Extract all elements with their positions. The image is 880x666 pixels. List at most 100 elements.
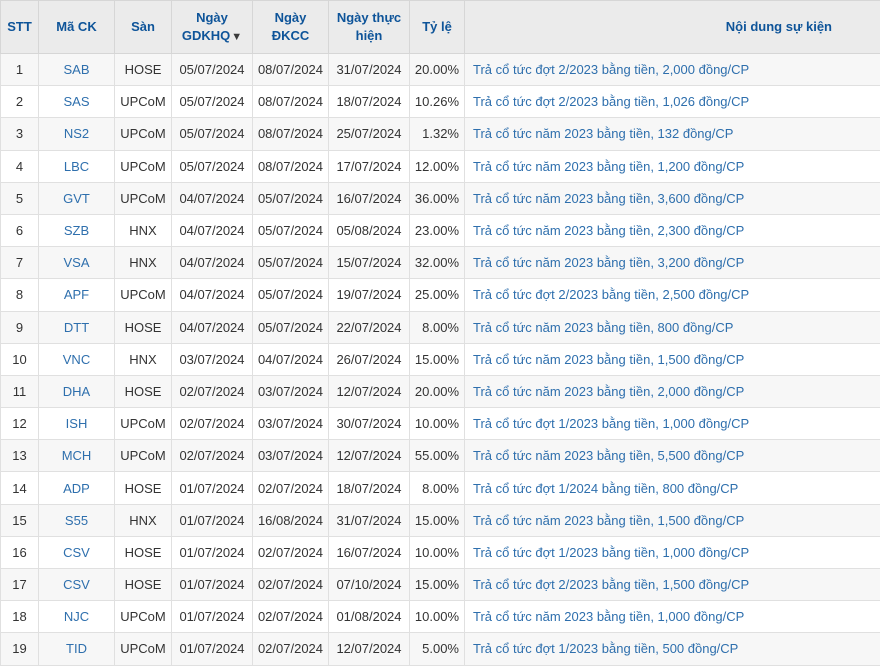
ratio-cell: 1.32% <box>410 118 465 150</box>
gdkhq-date-cell: 02/07/2024 <box>172 375 253 407</box>
event-content-link[interactable]: Trả cổ tức năm 2023 bằng tiền, 5,500 đồn… <box>473 448 744 463</box>
header-ty-le: Tỷ lệ <box>410 1 465 54</box>
stock-code-link[interactable]: TID <box>66 641 87 656</box>
ratio-cell: 10.26% <box>410 86 465 118</box>
stt-cell: 16 <box>1 536 39 568</box>
stock-code-cell: GVT <box>39 182 115 214</box>
ratio-cell: 15.00% <box>410 343 465 375</box>
stock-code-link[interactable]: ADP <box>63 481 90 496</box>
stock-code-link[interactable]: MCH <box>62 448 92 463</box>
event-content-cell: Trả cổ tức năm 2023 bằng tiền, 1,500 đồn… <box>465 504 880 536</box>
table-row: 7 VSA HNX 04/07/2024 05/07/2024 15/07/20… <box>1 247 880 279</box>
stock-code-link[interactable]: GVT <box>63 191 90 206</box>
stock-code-link[interactable]: VSA <box>63 255 89 270</box>
stock-code-cell: LBC <box>39 150 115 182</box>
event-content-link[interactable]: Trả cổ tức đợt 1/2023 bằng tiền, 1,000 đ… <box>473 545 749 560</box>
stock-code-link[interactable]: S55 <box>65 513 88 528</box>
stt-cell: 17 <box>1 569 39 601</box>
event-content-link[interactable]: Trả cổ tức năm 2023 bằng tiền, 132 đồng/… <box>473 126 733 141</box>
dkcc-date-cell: 08/07/2024 <box>253 54 329 86</box>
event-content-link[interactable]: Trả cổ tức năm 2023 bằng tiền, 1,500 đồn… <box>473 513 744 528</box>
execution-date-cell: 12/07/2024 <box>329 633 410 665</box>
event-content-cell: Trả cổ tức năm 2023 bằng tiền, 1,200 đồn… <box>465 150 880 182</box>
table-row: 11 DHA HOSE 02/07/2024 03/07/2024 12/07/… <box>1 375 880 407</box>
dkcc-date-cell: 05/07/2024 <box>253 311 329 343</box>
event-content-cell: Trả cổ tức năm 2023 bằng tiền, 132 đồng/… <box>465 118 880 150</box>
stock-code-cell: APF <box>39 279 115 311</box>
stt-cell: 5 <box>1 182 39 214</box>
stock-code-link[interactable]: SZB <box>64 223 89 238</box>
execution-date-cell: 26/07/2024 <box>329 343 410 375</box>
exchange-cell: UPCoM <box>115 440 172 472</box>
exchange-cell: UPCoM <box>115 408 172 440</box>
event-content-link[interactable]: Trả cổ tức đợt 2/2023 bằng tiền, 2,500 đ… <box>473 287 749 302</box>
event-content-link[interactable]: Trả cổ tức năm 2023 bằng tiền, 2,000 đồn… <box>473 384 744 399</box>
execution-date-cell: 16/07/2024 <box>329 536 410 568</box>
event-content-link[interactable]: Trả cổ tức đợt 2/2023 bằng tiền, 2,000 đ… <box>473 62 749 77</box>
stock-code-link[interactable]: CSV <box>63 545 90 560</box>
execution-date-cell: 17/07/2024 <box>329 150 410 182</box>
stock-code-link[interactable]: APF <box>64 287 89 302</box>
table-row: 13 MCH UPCoM 02/07/2024 03/07/2024 12/07… <box>1 440 880 472</box>
header-ma-ck: Mã CK <box>39 1 115 54</box>
event-content-link[interactable]: Trả cổ tức năm 2023 bằng tiền, 1,200 đồn… <box>473 159 744 174</box>
execution-date-cell: 18/07/2024 <box>329 472 410 504</box>
ratio-cell: 20.00% <box>410 54 465 86</box>
stt-cell: 4 <box>1 150 39 182</box>
header-ngay-gdkhq[interactable]: Ngày GDKHQ▼ <box>172 1 253 54</box>
stock-code-link[interactable]: ISH <box>66 416 88 431</box>
exchange-cell: HOSE <box>115 569 172 601</box>
execution-date-cell: 18/07/2024 <box>329 86 410 118</box>
exchange-cell: HOSE <box>115 54 172 86</box>
gdkhq-date-cell: 01/07/2024 <box>172 536 253 568</box>
stock-code-link[interactable]: DTT <box>64 320 89 335</box>
header-ngay-thuc-hien: Ngày thực hiện <box>329 1 410 54</box>
event-content-cell: Trả cổ tức năm 2023 bằng tiền, 2,000 đồn… <box>465 375 880 407</box>
stt-cell: 18 <box>1 601 39 633</box>
stock-code-link[interactable]: SAS <box>63 94 89 109</box>
table-row: 8 APF UPCoM 04/07/2024 05/07/2024 19/07/… <box>1 279 880 311</box>
event-content-cell: Trả cổ tức đợt 1/2023 bằng tiền, 1,000 đ… <box>465 536 880 568</box>
table-row: 12 ISH UPCoM 02/07/2024 03/07/2024 30/07… <box>1 408 880 440</box>
stt-cell: 15 <box>1 504 39 536</box>
gdkhq-date-cell: 05/07/2024 <box>172 118 253 150</box>
stock-code-link[interactable]: NJC <box>64 609 89 624</box>
event-content-cell: Trả cổ tức đợt 1/2024 bằng tiền, 800 đồn… <box>465 472 880 504</box>
event-content-link[interactable]: Trả cổ tức năm 2023 bằng tiền, 800 đồng/… <box>473 320 733 335</box>
event-content-cell: Trả cổ tức năm 2023 bằng tiền, 5,500 đồn… <box>465 440 880 472</box>
gdkhq-date-cell: 01/07/2024 <box>172 633 253 665</box>
exchange-cell: UPCoM <box>115 182 172 214</box>
stock-code-link[interactable]: SAB <box>63 62 89 77</box>
table-row: 15 S55 HNX 01/07/2024 16/08/2024 31/07/2… <box>1 504 880 536</box>
stock-code-link[interactable]: CSV <box>63 577 90 592</box>
event-content-link[interactable]: Trả cổ tức đợt 2/2023 bằng tiền, 1,500 đ… <box>473 577 749 592</box>
event-content-link[interactable]: Trả cổ tức đợt 1/2023 bằng tiền, 1,000 đ… <box>473 416 749 431</box>
event-content-link[interactable]: Trả cổ tức năm 2023 bằng tiền, 3,600 đồn… <box>473 191 744 206</box>
event-content-link[interactable]: Trả cổ tức năm 2023 bằng tiền, 2,300 đồn… <box>473 223 744 238</box>
header-ngay-gdkhq-label: Ngày GDKHQ <box>182 10 230 43</box>
event-content-link[interactable]: Trả cổ tức năm 2023 bằng tiền, 3,200 đồn… <box>473 255 744 270</box>
execution-date-cell: 07/10/2024 <box>329 569 410 601</box>
event-content-cell: Trả cổ tức năm 2023 bằng tiền, 2,300 đồn… <box>465 214 880 246</box>
stock-code-link[interactable]: VNC <box>63 352 90 367</box>
execution-date-cell: 16/07/2024 <box>329 182 410 214</box>
dkcc-date-cell: 08/07/2024 <box>253 118 329 150</box>
event-content-link[interactable]: Trả cổ tức đợt 1/2024 bằng tiền, 800 đồn… <box>473 481 738 496</box>
stock-code-link[interactable]: NS2 <box>64 126 89 141</box>
stt-cell: 11 <box>1 375 39 407</box>
stock-code-link[interactable]: LBC <box>64 159 89 174</box>
dkcc-date-cell: 08/07/2024 <box>253 86 329 118</box>
gdkhq-date-cell: 01/07/2024 <box>172 601 253 633</box>
event-content-link[interactable]: Trả cổ tức năm 2023 bằng tiền, 1,000 đồn… <box>473 609 744 624</box>
stock-code-cell: ADP <box>39 472 115 504</box>
exchange-cell: UPCoM <box>115 279 172 311</box>
event-content-link[interactable]: Trả cổ tức đợt 1/2023 bằng tiền, 500 đồn… <box>473 641 738 656</box>
dkcc-date-cell: 02/07/2024 <box>253 569 329 601</box>
event-content-link[interactable]: Trả cổ tức đợt 2/2023 bằng tiền, 1,026 đ… <box>473 94 749 109</box>
stock-code-link[interactable]: DHA <box>63 384 90 399</box>
stock-code-cell: NJC <box>39 601 115 633</box>
gdkhq-date-cell: 05/07/2024 <box>172 86 253 118</box>
event-content-link[interactable]: Trả cổ tức năm 2023 bằng tiền, 1,500 đồn… <box>473 352 744 367</box>
ratio-cell: 10.00% <box>410 536 465 568</box>
stock-code-cell: SAB <box>39 54 115 86</box>
